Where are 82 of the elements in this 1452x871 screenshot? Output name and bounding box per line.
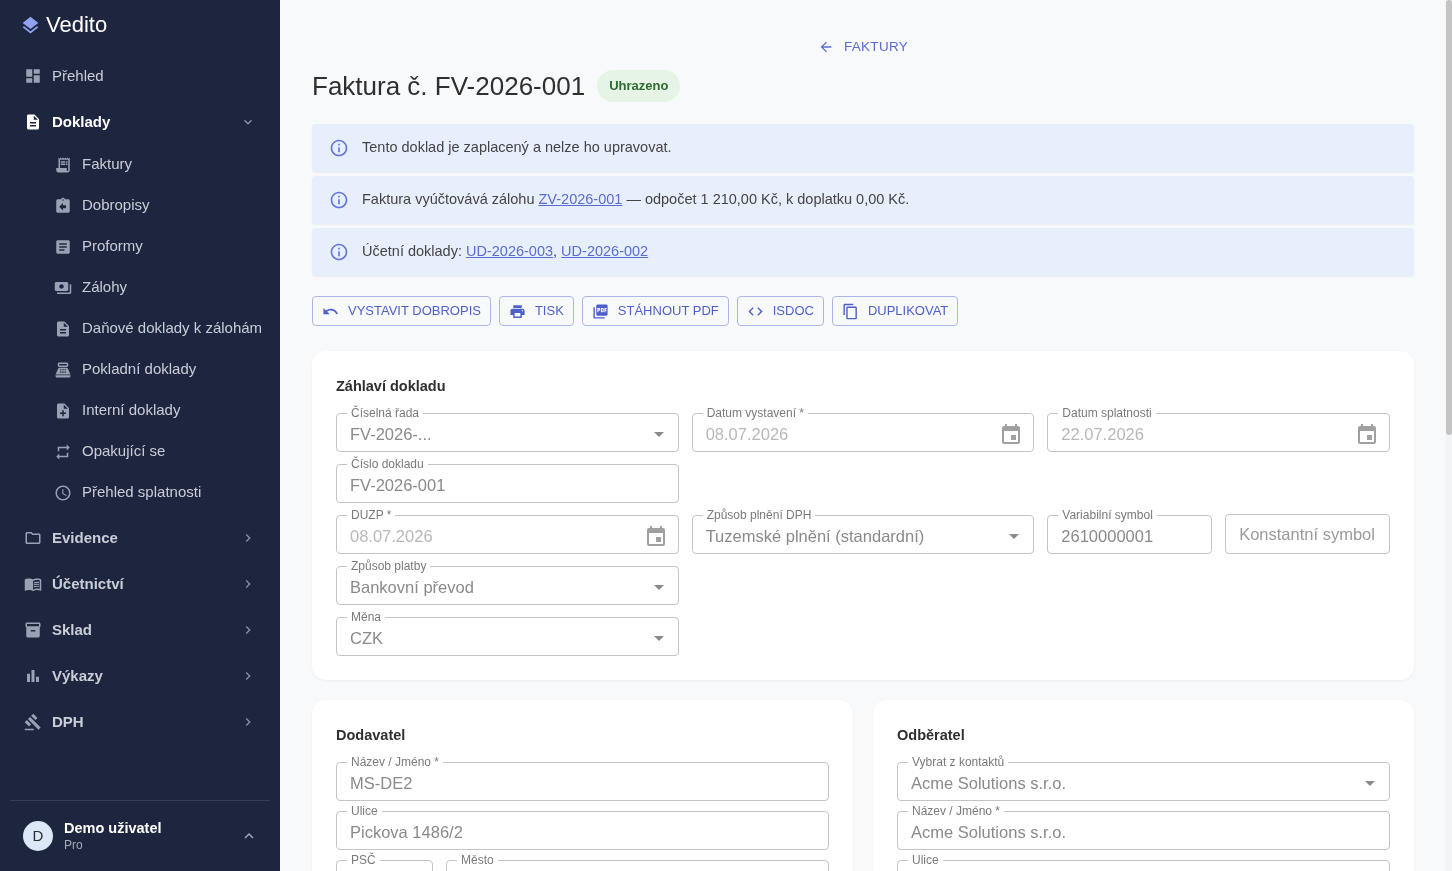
- back-link[interactable]: FAKTURY: [817, 37, 909, 57]
- status-badge: Uhrazeno: [597, 70, 681, 102]
- archive-box-icon: [24, 621, 42, 639]
- user-name: Demo uživatel: [64, 819, 163, 838]
- action-button[interactable]: TISK: [498, 296, 574, 326]
- dropdown-caret-icon: [1009, 534, 1020, 539]
- clock-icon: [54, 483, 72, 502]
- nav-item[interactable]: Výkazy: [12, 654, 268, 698]
- text-field[interactable]: Název / Jméno * MS-DE2: [336, 756, 829, 801]
- document-link[interactable]: UD-2026-002: [561, 243, 649, 260]
- nav-subitem[interactable]: Opakující se: [12, 431, 268, 472]
- document-link[interactable]: ZV-2026-001: [538, 191, 623, 208]
- nav-subitem[interactable]: Zálohy: [12, 267, 268, 308]
- dropdown-caret-icon: [653, 585, 664, 590]
- document-icon: [54, 319, 72, 338]
- card-title: Odběratel: [897, 726, 966, 744]
- alert-text: Účetní doklady: UD-2026-003, UD-2026-002: [362, 242, 649, 262]
- nav-subitem[interactable]: Daňové doklady k zálohám: [12, 308, 268, 349]
- text-field[interactable]: Město: [446, 854, 829, 871]
- cash-register-icon: [54, 360, 72, 379]
- text-field[interactable]: PSČ: [336, 854, 433, 871]
- printer-icon: [508, 302, 526, 320]
- text-field[interactable]: Konstantní symbol: [1225, 514, 1390, 554]
- dashboard-icon: [24, 67, 42, 85]
- text-field[interactable]: Ulice: [897, 854, 1390, 871]
- dropdown-caret-icon: [1365, 781, 1375, 786]
- nav-item[interactable]: Účetnictví: [12, 562, 268, 606]
- nav-item[interactable]: DPH: [12, 700, 268, 744]
- info-icon: [329, 190, 349, 210]
- clipboard-arrow-icon: [54, 196, 72, 215]
- text-field[interactable]: Variabilní symbol 2610000001: [1047, 509, 1213, 554]
- select-field[interactable]: Způsob platby Bankovní převod: [336, 560, 679, 605]
- date-field[interactable]: Datum vystavení * 08.07.2026: [691, 407, 1035, 452]
- document-icon: [24, 113, 42, 131]
- dropdown-caret-icon: [653, 636, 664, 641]
- alert-text: Tento doklad je zaplacený a nelze ho upravovat.: [362, 138, 672, 158]
- text-field[interactable]: Číslo dokladu FV-2026-001: [336, 458, 679, 503]
- nav-subitem[interactable]: Přehled splatnosti: [12, 472, 268, 513]
- action-button[interactable]: ISDOC: [736, 296, 824, 326]
- text-field[interactable]: Ulice Pickova 1486/2: [336, 805, 829, 850]
- action-button[interactable]: STÁHNOUT PDF: [581, 296, 729, 326]
- user-avatar[interactable]: D: [23, 821, 53, 851]
- nav-item[interactable]: Sklad: [12, 608, 268, 652]
- calendar-icon[interactable]: [1355, 422, 1379, 447]
- action-button[interactable]: VYSTAVIT DOBROPIS: [312, 296, 491, 326]
- gavel-icon: [24, 713, 42, 731]
- receipt-icon: [54, 155, 72, 174]
- layers-logo-icon: [20, 14, 41, 36]
- select-field[interactable]: Měna CZK: [336, 611, 679, 656]
- card-title: Dodavatel: [336, 726, 407, 744]
- article-icon: [54, 237, 72, 256]
- info-icon: [329, 138, 349, 158]
- alert-text: Faktura vyúčtovává zálohu ZV-2026-001 — odpočet 1 210,00 Kč, k doplatku 0,00 Kč.: [362, 190, 910, 210]
- nav-item[interactable]: Doklady: [12, 100, 268, 144]
- date-field[interactable]: Datum splatnosti 22.07.2026: [1047, 407, 1390, 452]
- select-field[interactable]: Způsob plnění DPH Tuzemské plnění (standardní): [691, 509, 1035, 554]
- nav-subitem[interactable]: Proformy: [12, 226, 268, 267]
- nav-subitem[interactable]: Interní doklady: [12, 390, 268, 431]
- pdf-icon: [591, 302, 609, 320]
- select-field[interactable]: Číselná řada FV-2026-...: [336, 407, 679, 452]
- card-title: Záhlaví dokladu: [336, 377, 447, 395]
- nav-item[interactable]: Přehled: [12, 54, 268, 98]
- select-field[interactable]: Vybrat z kontaktů Acme Solutions s.r.o.: [897, 756, 1390, 801]
- bar-chart-icon: [24, 667, 42, 685]
- page-title: Faktura č. FV-2026-001: [312, 73, 586, 99]
- document-plus-icon: [54, 401, 72, 420]
- nav-subitem[interactable]: Faktury: [12, 144, 268, 185]
- action-button[interactable]: DUPLIKOVAT: [831, 296, 959, 326]
- user-plan: Pro: [64, 837, 84, 853]
- app-logo[interactable]: Vedito: [46, 14, 108, 36]
- info-icon: [329, 242, 349, 262]
- date-field[interactable]: DUZP * 08.07.2026: [336, 509, 679, 554]
- dropdown-caret-icon: [653, 432, 664, 437]
- nav-subitem[interactable]: Dobropisy: [12, 185, 268, 226]
- folder-icon: [24, 529, 42, 547]
- repeat-icon: [54, 442, 72, 461]
- nav-subitem[interactable]: Pokladní doklady: [12, 349, 268, 390]
- book-icon: [24, 575, 42, 593]
- scrollbar-thumb[interactable]: [1446, 0, 1452, 435]
- text-field[interactable]: Název / Jméno * Acme Solutions s.r.o.: [897, 805, 1390, 850]
- copy-icon: [841, 302, 859, 320]
- nav-item[interactable]: Evidence: [12, 516, 268, 560]
